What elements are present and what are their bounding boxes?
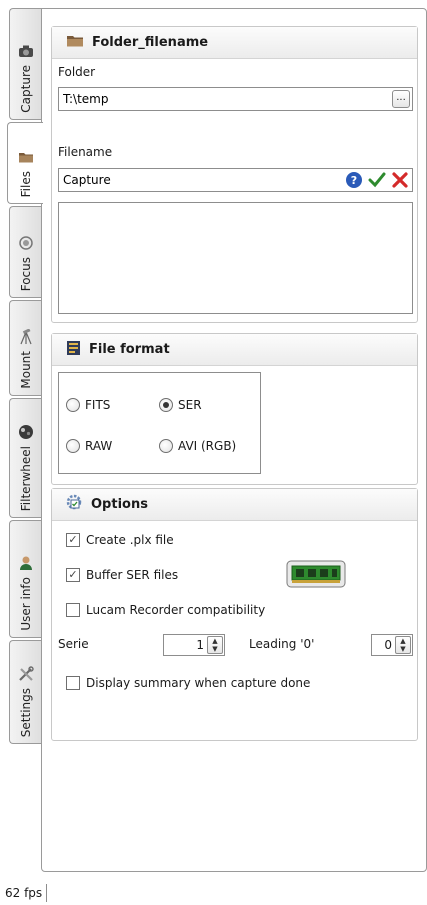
radio-fits[interactable]: FITS	[66, 398, 110, 412]
confirm-button[interactable]	[367, 170, 387, 190]
buffer-ser-checkbox[interactable]: ✓ Buffer SER files	[66, 568, 178, 582]
file-format-options: FITS SER RAW AVI (RGB)	[58, 372, 261, 474]
lucam-compatibility-checkbox[interactable]: Lucam Recorder compatibility	[66, 603, 265, 617]
radio-ser[interactable]: SER	[159, 398, 202, 412]
buffer-ser-label: Buffer SER files	[86, 568, 179, 582]
serie-label: Serie	[58, 637, 89, 651]
camera-icon	[18, 43, 34, 59]
close-icon	[392, 172, 408, 188]
help-button[interactable]: ?	[344, 170, 364, 190]
folder-filename-group: Folder_filename Folder ... Filename ?	[51, 26, 418, 323]
filename-label: Filename	[58, 145, 113, 159]
serie-value: 1	[196, 638, 204, 652]
options-icon	[66, 494, 83, 515]
leading-zero-spinbox[interactable]: 0 ▲ ▼	[371, 634, 413, 656]
memory-buffer-icon	[286, 560, 346, 591]
display-summary-checkbox[interactable]: Display summary when capture done	[66, 676, 310, 690]
radio-circle	[159, 439, 173, 453]
tab-focus-label: Focus	[19, 256, 33, 291]
checkbox-checked: ✓	[66, 568, 80, 582]
status-bar: 62 fps	[0, 880, 427, 905]
browse-folder-button[interactable]: ...	[392, 90, 410, 108]
checkbox-checked: ✓	[66, 533, 80, 547]
cancel-button[interactable]	[390, 170, 410, 190]
checkmark-icon	[368, 172, 386, 188]
lucam-compatibility-label: Lucam Recorder compatibility	[86, 603, 266, 617]
options-header: Options	[52, 489, 417, 521]
radio-raw-label: RAW	[85, 439, 113, 453]
file-format-icon	[66, 340, 81, 360]
folder-icon	[66, 33, 84, 52]
leading-zero-stepper[interactable]: ▲ ▼	[395, 636, 411, 654]
status-separator	[46, 883, 48, 902]
radio-circle-selected	[159, 398, 173, 412]
filename-preview-area[interactable]	[58, 202, 413, 314]
tools-icon	[18, 666, 34, 682]
tab-filterwheel[interactable]: Filterwheel	[9, 398, 42, 518]
checkbox-unchecked	[66, 676, 80, 690]
fps-readout: 62 fps	[5, 885, 43, 900]
user-icon	[18, 555, 34, 571]
folder-field[interactable]: ...	[58, 87, 413, 111]
vertical-tab-strip: Capture Files Focus Mount Filterwheel Us…	[0, 0, 43, 880]
tab-capture[interactable]: Capture	[9, 8, 42, 120]
telescope-icon	[18, 329, 34, 345]
tab-settings[interactable]: Settings	[9, 640, 42, 744]
radio-avi-rgb[interactable]: AVI (RGB)	[159, 439, 236, 453]
folder-input[interactable]	[63, 92, 412, 106]
radio-ser-label: SER	[178, 398, 202, 412]
radio-fits-label: FITS	[85, 398, 111, 412]
folder-filename-title: Folder_filename	[92, 35, 209, 50]
help-icon: ?	[346, 172, 362, 188]
tab-mount-label: Mount	[19, 351, 33, 389]
filename-field[interactable]: ?	[58, 168, 413, 192]
filename-input[interactable]	[63, 173, 323, 187]
display-summary-label: Display summary when capture done	[86, 676, 311, 690]
create-plx-label: Create .plx file	[86, 533, 174, 547]
radio-circle	[66, 439, 80, 453]
folder-filename-header: Folder_filename	[52, 27, 417, 59]
tab-capture-label: Capture	[19, 65, 33, 113]
svg-text:?: ?	[351, 174, 357, 187]
leading-zero-label: Leading '0'	[249, 637, 315, 651]
tab-mount[interactable]: Mount	[9, 300, 42, 396]
checkbox-unchecked	[66, 603, 80, 617]
tab-settings-label: Settings	[19, 687, 33, 737]
filterwheel-icon	[18, 424, 34, 440]
file-format-header: File format	[52, 334, 417, 366]
target-icon	[18, 235, 34, 251]
file-format-group: File format FITS SER RAW AVI (RGB)	[51, 333, 418, 485]
create-plx-checkbox[interactable]: ✓ Create .plx file	[66, 533, 174, 547]
radio-avi-rgb-label: AVI (RGB)	[178, 439, 237, 453]
options-title: Options	[91, 497, 148, 512]
folder-icon	[18, 149, 34, 165]
folder-label: Folder	[58, 65, 96, 79]
tab-filterwheel-label: Filterwheel	[19, 445, 33, 511]
tab-user-info[interactable]: User info	[9, 520, 42, 638]
serie-spinbox[interactable]: 1 ▲ ▼	[163, 634, 225, 656]
files-panel: Folder_filename Folder ... Filename ?	[41, 8, 427, 872]
radio-raw[interactable]: RAW	[66, 439, 112, 453]
tab-files-label: Files	[18, 170, 33, 197]
tab-files[interactable]: Files	[7, 122, 43, 204]
tab-focus[interactable]: Focus	[9, 206, 42, 298]
options-group: Options ✓ Create .plx file ✓ Buffer SER …	[51, 488, 418, 741]
tab-user-info-label: User info	[19, 577, 33, 631]
serie-stepper[interactable]: ▲ ▼	[207, 636, 223, 654]
leading-zero-value: 0	[384, 638, 392, 652]
file-format-title: File format	[89, 342, 170, 357]
radio-circle	[66, 398, 80, 412]
